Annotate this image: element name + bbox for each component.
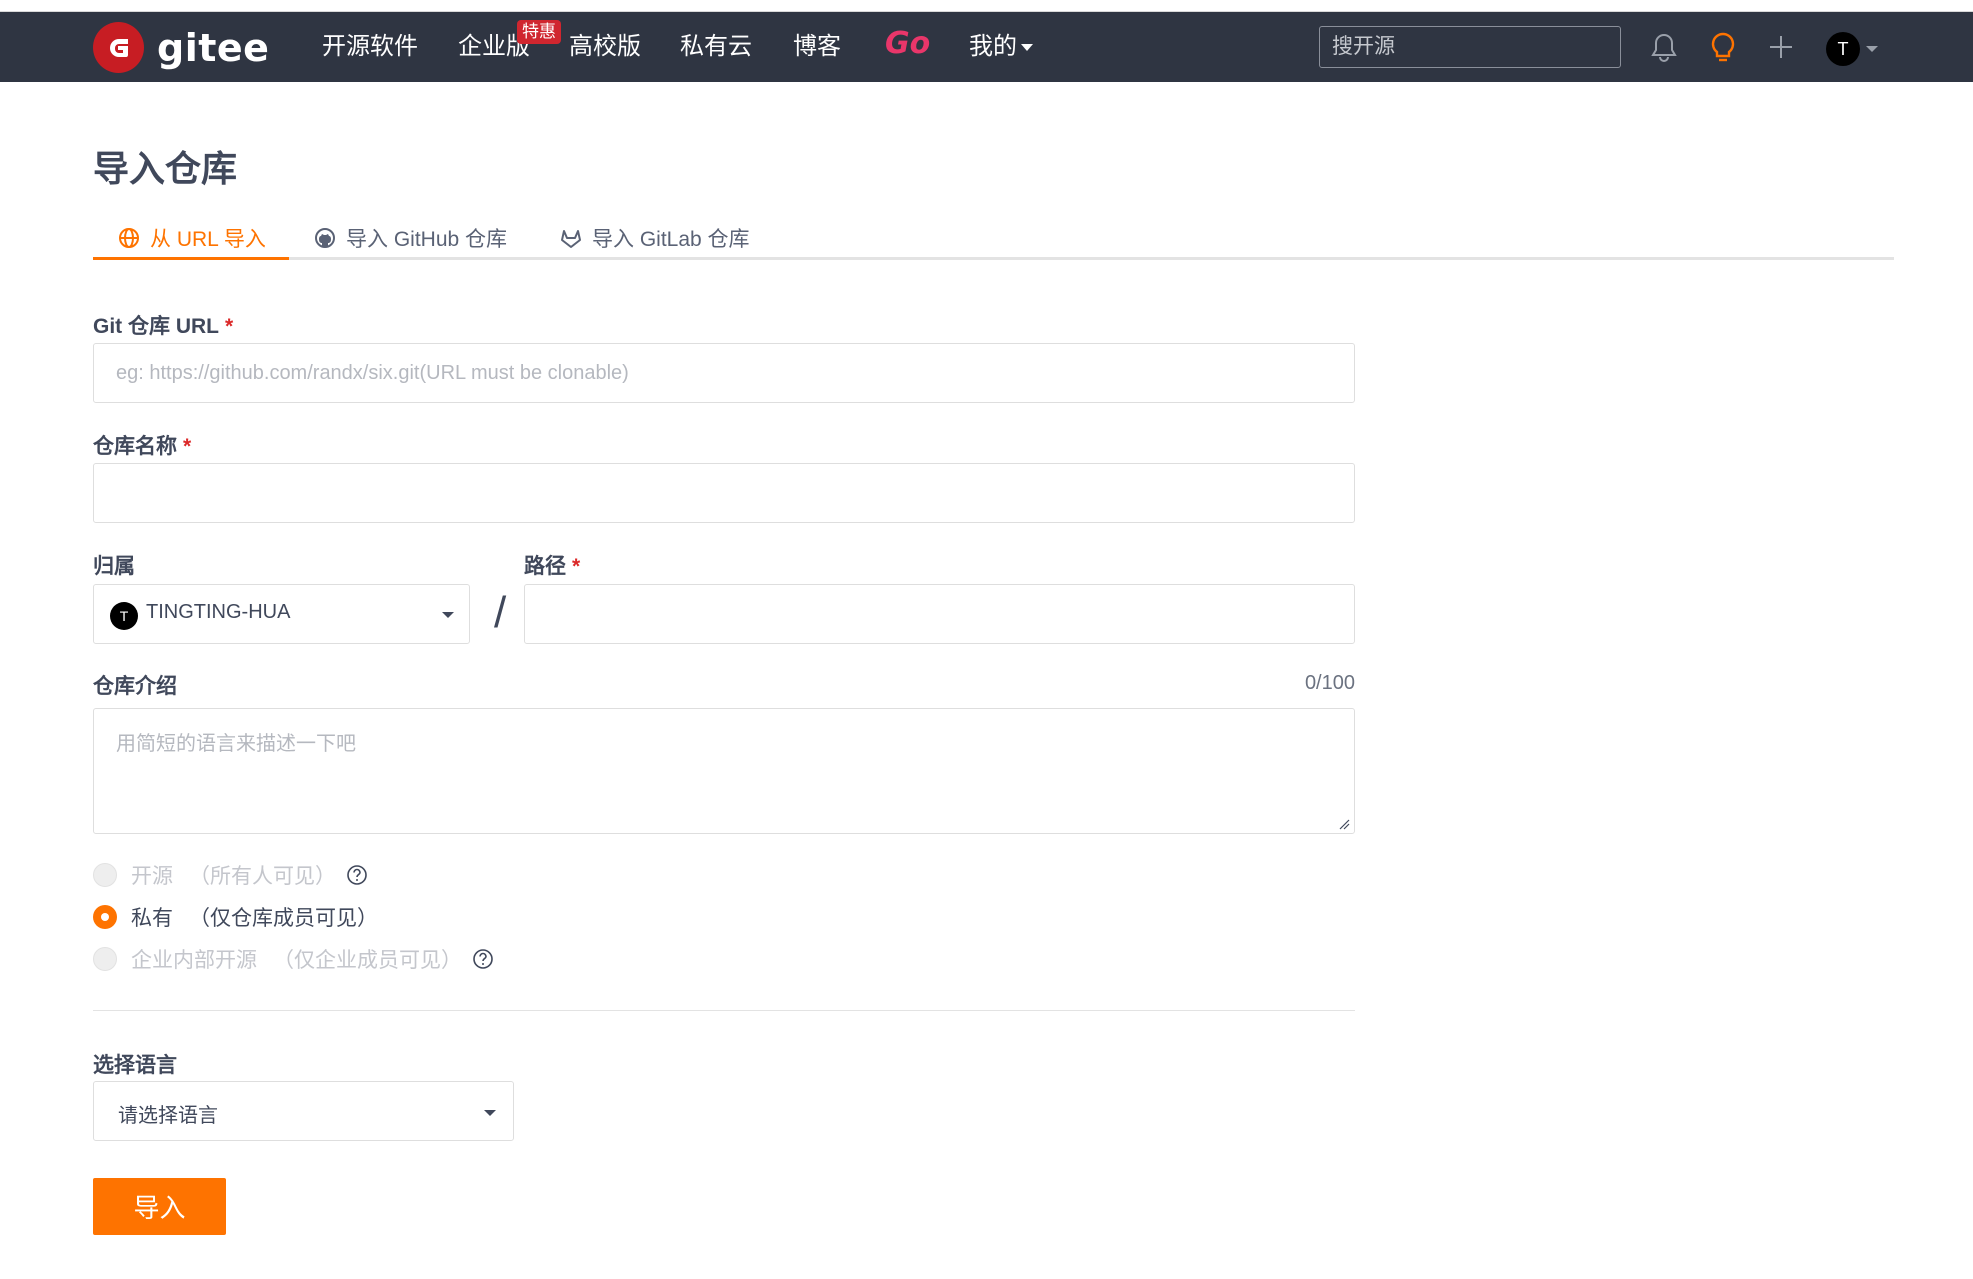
owner-avatar: T [110,602,138,630]
visibility-note: （所有人可见） [189,865,336,888]
tab-import-gitlab[interactable]: 导入 GitLab 仓库 [560,216,750,260]
nav-mine[interactable]: 我的 [969,32,1033,62]
visibility-label: 开源 [131,865,173,888]
repo-path-input[interactable] [524,584,1355,644]
bell-icon[interactable] [1647,30,1681,64]
import-tabs: 从 URL 导入 导入 GitHub 仓库 导入 GitLab 仓库 [93,210,1894,260]
visibility-note: （仅仓库成员可见） [189,907,378,930]
chevron-down-icon [442,612,454,618]
chevron-down-icon[interactable] [1866,46,1878,52]
chevron-down-icon [484,1110,496,1116]
repo-name-label: 仓库名称 * [93,430,191,460]
nav-mine-label: 我的 [969,33,1017,60]
owner-name: TINGTING-HUA [146,601,291,623]
tab-label: 导入 GitHub 仓库 [346,228,508,251]
plus-icon[interactable] [1764,30,1798,64]
repo-name-label-text: 仓库名称 [93,435,177,458]
visibility-private-option[interactable]: 私有 （仅仓库成员可见） [93,902,378,932]
radio-button[interactable] [93,947,117,971]
visibility-note: （仅企业成员可见） [273,949,462,972]
nav-go[interactable]: Go [885,29,930,59]
language-select-value: 请选择语言 [118,1105,218,1127]
radio-button[interactable] [93,863,117,887]
path-label: 路径 * [524,550,580,580]
tab-label: 导入 GitLab 仓库 [592,228,750,251]
visibility-label: 企业内部开源 [131,949,257,972]
github-icon [314,227,336,249]
gitlab-icon [560,227,582,249]
owner-label: 归属 [93,555,135,578]
question-circle-icon[interactable] [346,864,368,886]
description-label: 仓库介绍 [93,675,177,698]
page-title: 导入仓库 [93,148,238,189]
tab-label: 从 URL 导入 [150,228,266,251]
language-label: 选择语言 [93,1054,177,1077]
radio-button-selected[interactable] [93,905,117,929]
user-avatar[interactable]: T [1826,32,1860,66]
visibility-label: 私有 [131,907,173,930]
visibility-public-option[interactable]: 开源 （所有人可见） [93,860,368,890]
tab-import-github[interactable]: 导入 GitHub 仓库 [314,216,507,260]
gitee-logo[interactable]: gitee [93,22,269,73]
globe-icon [118,227,140,249]
git-url-input[interactable] [93,343,1355,403]
gitee-logo-icon [93,22,144,73]
language-select[interactable]: 请选择语言 [93,1081,514,1141]
logo-text: gitee [157,25,270,70]
nav-blog[interactable]: 博客 [793,32,841,62]
url-label: Git 仓库 URL * [93,310,233,340]
import-button[interactable]: 导入 [93,1178,226,1235]
browser-top-strip [0,0,1973,12]
hot-badge: 特惠 [517,20,561,44]
description-textarea[interactable] [93,708,1355,834]
repo-name-input[interactable] [93,463,1355,523]
nav-private-cloud[interactable]: 私有云 [680,32,752,62]
tab-import-url[interactable]: 从 URL 导入 [118,216,266,260]
lightbulb-icon[interactable] [1706,30,1740,64]
path-label-text: 路径 [524,555,566,578]
required-mark: * [572,555,581,578]
nav-open-source[interactable]: 开源软件 [322,32,418,62]
chevron-down-icon [1021,44,1033,52]
question-circle-icon[interactable] [472,948,494,970]
url-label-text: Git 仓库 URL [93,315,219,338]
active-tab-indicator [93,257,289,260]
search-input[interactable] [1319,26,1621,68]
required-mark: * [183,435,192,458]
nav-education[interactable]: 高校版 [569,32,641,62]
visibility-enterprise-option[interactable]: 企业内部开源 （仅企业成员可见） [93,944,494,974]
top-navbar: gitee 开源软件 企业版 特惠 高校版 私有云 博客 Go 我的 T [0,12,1973,82]
description-counter: 0/100 [1304,672,1355,694]
resize-grip-icon[interactable] [1338,818,1350,830]
section-divider [93,1010,1355,1011]
path-separator: / [494,588,507,637]
required-mark: * [225,315,234,338]
owner-select[interactable]: T TINGTING-HUA [93,584,470,644]
